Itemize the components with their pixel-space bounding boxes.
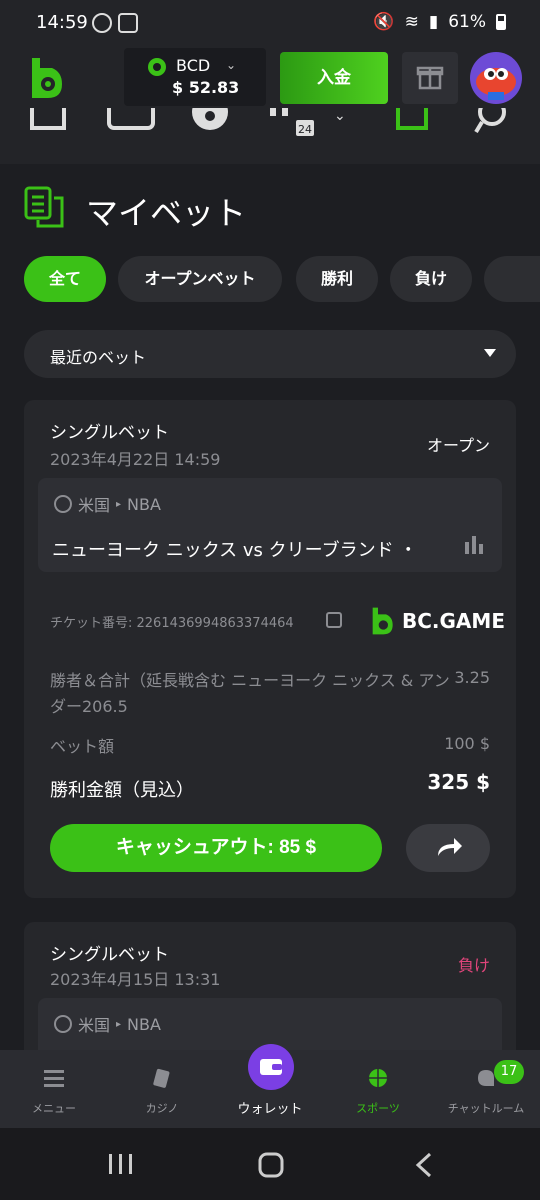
market-label: 勝者＆合計（延長戦含む ニューヨーク ニックス & アンダー206.5 xyxy=(50,671,450,716)
currency-selector[interactable]: BCD ⌄ $ 52.83 xyxy=(124,48,266,106)
league-country: 米国 xyxy=(78,1016,111,1035)
recent-bets-select[interactable]: 最近のベット xyxy=(24,330,516,378)
soccer-icon[interactable] xyxy=(190,108,230,134)
basketball-icon xyxy=(54,1015,72,1033)
battery-icon xyxy=(496,14,506,30)
bcd-coin-icon xyxy=(148,58,166,76)
gift-icon xyxy=(416,66,444,90)
bet-card[interactable]: シングルベット 2023年4月15日 13:31 負け 米国 ▸ NBA xyxy=(24,922,516,1062)
nav-label: カジノ xyxy=(145,1102,179,1115)
chip-all[interactable]: 全て xyxy=(24,256,106,302)
nav-sports[interactable]: スポーツ xyxy=(324,1050,432,1128)
chat-icon xyxy=(478,1070,494,1086)
nav-label: チャットルーム xyxy=(447,1102,525,1115)
bet-date: 2023年4月15日 13:31 xyxy=(50,970,221,989)
bc-logo-icon xyxy=(372,607,393,635)
currency-code: BCD xyxy=(176,56,211,75)
nav-casino[interactable]: カジノ xyxy=(108,1050,216,1128)
status-right: 🔇 ≋ ▮ 61% xyxy=(373,12,506,32)
nav-label: スポーツ xyxy=(356,1102,400,1115)
brand-logo: BC.GAME xyxy=(370,606,505,636)
call-icon xyxy=(118,13,138,33)
chip-won[interactable]: 勝利 xyxy=(296,256,378,302)
brand-text: BC.GAME xyxy=(402,609,505,633)
gift-button[interactable] xyxy=(402,52,458,104)
stats-icon[interactable] xyxy=(464,536,484,554)
bet-status: 負け xyxy=(457,956,490,975)
league-name: NBA xyxy=(127,494,161,514)
balance-amount: $ 52.83 xyxy=(172,78,240,97)
chevron-right-icon: ▸ xyxy=(116,498,122,510)
sports-nav: 24 ⌄ xyxy=(0,108,540,164)
share-button[interactable] xyxy=(406,824,490,872)
chip-open[interactable]: オープンベット xyxy=(118,256,282,302)
chevron-right-icon: ▸ xyxy=(116,1018,122,1030)
back-icon[interactable] xyxy=(414,1152,434,1178)
bc-logo-icon[interactable] xyxy=(28,56,64,100)
filter-chips: 全て オープンベット 勝利 負け xyxy=(24,256,540,302)
avatar-icon xyxy=(476,68,516,100)
svg-text:24: 24 xyxy=(298,123,312,136)
recents-icon[interactable] xyxy=(108,1152,134,1176)
chip-more[interactable] xyxy=(484,256,540,302)
potential-win-value: 325 $ xyxy=(427,770,490,794)
nav-chat[interactable]: チャットルーム xyxy=(432,1050,540,1128)
potential-win-label: 勝利金額（見込） xyxy=(50,780,194,801)
bet-status: オープン xyxy=(426,436,490,455)
app-header: BCD ⌄ $ 52.83 入金 xyxy=(0,48,540,108)
cashout-button[interactable]: キャッシュアウト: 85 $ xyxy=(50,824,382,872)
nav-menu[interactable]: メニュー xyxy=(0,1050,108,1128)
nav-label: ウォレット xyxy=(237,1102,303,1117)
caret-down-icon xyxy=(484,349,496,357)
league-country: 米国 xyxy=(78,496,111,515)
bet-card[interactable]: シングルベット 2023年4月22日 14:59 オープン 米国 ▸ NBA ニ… xyxy=(24,400,516,898)
avatar[interactable] xyxy=(470,52,522,104)
bets-icon xyxy=(24,186,64,228)
casino-cards-icon xyxy=(153,1068,170,1088)
my-bets-nav-icon[interactable] xyxy=(392,108,432,138)
signal-icon: ▮ xyxy=(428,12,439,32)
basketball-icon xyxy=(54,495,72,513)
page-title: マイベット xyxy=(86,194,247,232)
bet-type: シングルベット xyxy=(50,945,169,965)
wallet-fab[interactable] xyxy=(248,1044,294,1090)
league-name: NBA xyxy=(127,1014,161,1034)
dnd-icon xyxy=(92,13,112,33)
mute-icon: 🔇 xyxy=(373,12,395,32)
match-name: ニューヨーク ニックス vs クリーブランド ・ xyxy=(52,540,418,561)
wifi-icon: ≋ xyxy=(404,12,419,32)
battery-text: 61% xyxy=(448,12,486,32)
chevron-down-icon[interactable]: ⌄ xyxy=(334,108,346,124)
home-button-icon[interactable] xyxy=(258,1152,284,1178)
home-icon[interactable] xyxy=(28,108,68,132)
search-icon[interactable] xyxy=(472,108,512,138)
stake-value: 100 $ xyxy=(444,734,490,753)
status-bar: 14:59 🔇 ≋ ▮ 61% xyxy=(0,0,540,48)
share-arrow-icon xyxy=(438,838,462,856)
nav-label: メニュー xyxy=(32,1102,76,1115)
stake-label: ベット額 xyxy=(50,737,115,756)
chevron-down-icon: ⌄ xyxy=(226,58,237,72)
bet-date: 2023年4月22日 14:59 xyxy=(50,450,221,469)
status-time: 14:59 xyxy=(36,12,88,33)
bet-type: シングルベット xyxy=(50,423,169,443)
menu-icon xyxy=(44,1070,64,1087)
wallet-icon xyxy=(260,1059,282,1075)
live-icon[interactable] xyxy=(106,108,156,132)
24h-icon[interactable]: 24 xyxy=(266,108,322,138)
ticket-number: チケット番号: 2261436994863374464 xyxy=(50,616,294,631)
chip-lost[interactable]: 負け xyxy=(390,256,472,302)
league-line: 米国 ▸ NBA xyxy=(54,492,161,516)
deposit-button[interactable]: 入金 xyxy=(280,52,388,104)
chat-badge: 17 xyxy=(494,1060,524,1084)
system-nav-bar xyxy=(0,1128,540,1200)
basketball-icon xyxy=(369,1069,387,1087)
select-label: 最近のベット xyxy=(50,348,147,367)
odds-value: 3.25 xyxy=(454,668,490,687)
match-box[interactable]: 米国 ▸ NBA ニューヨーク ニックス vs クリーブランド ・ xyxy=(38,478,502,572)
copy-icon[interactable] xyxy=(326,612,342,628)
league-line: 米国 ▸ NBA xyxy=(54,1012,161,1036)
